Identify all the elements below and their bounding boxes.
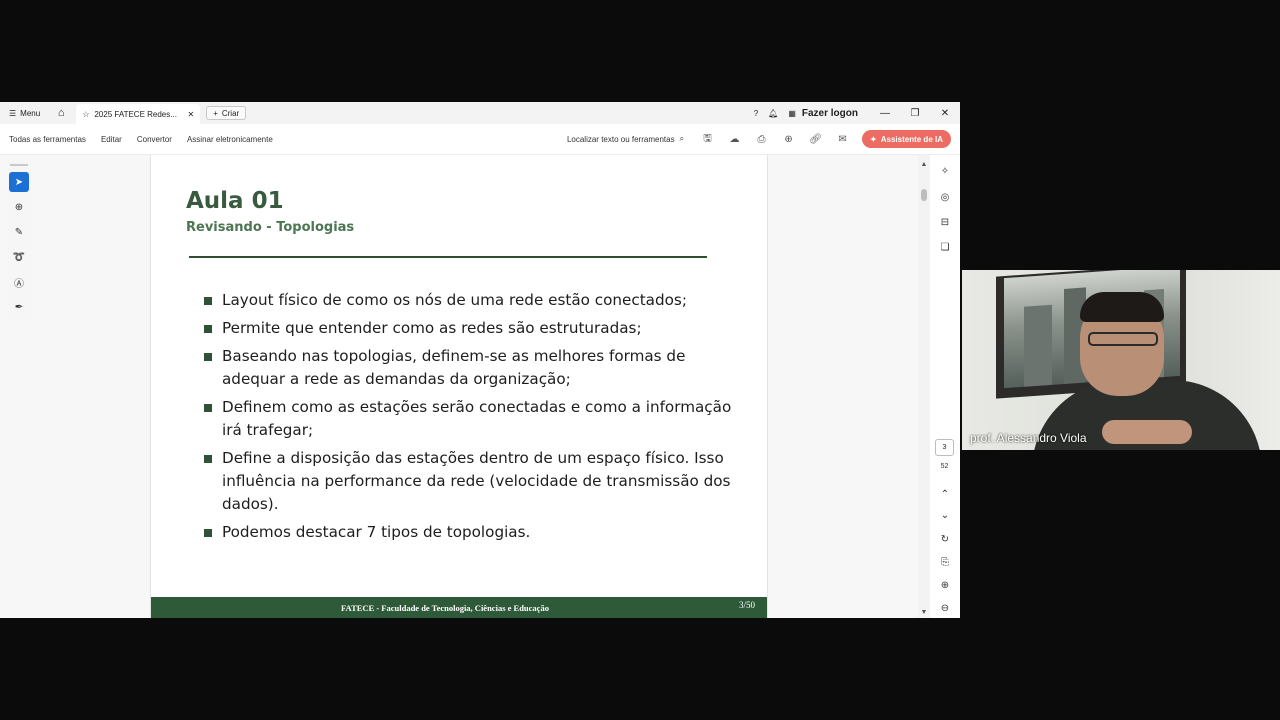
scroll-thumb[interactable] bbox=[921, 189, 927, 201]
person-hands bbox=[1102, 420, 1192, 444]
participant-name: prof. Alessandro Viola bbox=[970, 431, 1087, 445]
person-glasses bbox=[1088, 332, 1158, 346]
menu-label: Menu bbox=[20, 108, 41, 118]
title-divider bbox=[189, 256, 707, 258]
close-tab-icon[interactable]: ✕ bbox=[187, 110, 194, 119]
bullet-item: Permite que entender como as redes são e… bbox=[203, 317, 743, 340]
person-hair bbox=[1080, 292, 1164, 322]
footer-text: FATECE - Faculdade de Tecnologia, Ciênci… bbox=[341, 603, 549, 613]
draw-freeform-icon[interactable]: ➰ bbox=[9, 247, 29, 267]
all-tools-button[interactable]: Todas as ferramentas bbox=[9, 135, 86, 144]
pages-copy-icon[interactable]: ❏ bbox=[935, 239, 955, 255]
highlight-pen-icon[interactable]: ✎ bbox=[9, 222, 29, 242]
scroll-down-arrow-icon[interactable]: ▼ bbox=[918, 609, 930, 616]
close-window-icon[interactable]: ✕ bbox=[930, 108, 960, 119]
save-icon[interactable]: 🖫 bbox=[694, 131, 721, 148]
share-user-icon[interactable]: ⊕ bbox=[775, 134, 802, 145]
ai-panel-icon[interactable]: ✧ bbox=[935, 163, 955, 179]
home-icon: ⌂ bbox=[57, 107, 65, 119]
document-area: Aula 01 Revisando - Topologias Layout fí… bbox=[0, 155, 918, 618]
find-tools-search[interactable]: Localizar texto ou ferramentas ⌕ bbox=[567, 134, 684, 144]
toolbar: Todas as ferramentas Editar Convertor As… bbox=[0, 124, 960, 155]
bullet-item: Layout físico de como os nós de uma rede… bbox=[203, 289, 743, 312]
link-icon[interactable]: 🔗︎ bbox=[802, 134, 829, 145]
star-icon[interactable]: ☆ bbox=[82, 110, 89, 119]
webcam-video-tile: prof. Alessandro Viola bbox=[962, 270, 1280, 450]
rotate-refresh-icon[interactable]: ↻ bbox=[935, 531, 955, 547]
help-icon[interactable]: ? bbox=[754, 109, 758, 118]
bullet-item: Podemos destacar 7 tipos de topologias. bbox=[203, 521, 743, 544]
pdf-page: Aula 01 Revisando - Topologias Layout fí… bbox=[150, 155, 768, 618]
current-page-input[interactable]: 3 bbox=[935, 439, 954, 456]
bullet-item: Define a disposição das estações dentro … bbox=[203, 447, 743, 516]
convert-button[interactable]: Convertor bbox=[137, 135, 172, 144]
bullet-item: Definem como as estações serão conectada… bbox=[203, 396, 743, 442]
total-pages: 52 bbox=[940, 463, 949, 470]
bullet-item: Baseando nas topologias, definem-se as m… bbox=[203, 345, 743, 391]
slide-footer: FATECE - Faculdade de Tecnologia, Ciênci… bbox=[151, 597, 767, 618]
select-pointer-icon[interactable]: ➤ bbox=[9, 172, 29, 192]
zoom-in-icon[interactable]: ⊕ bbox=[935, 577, 955, 593]
bookmark-icon[interactable]: ⊟ bbox=[935, 214, 955, 230]
menu-button[interactable]: ☰ Menu bbox=[0, 102, 50, 124]
comments-icon[interactable]: ◎ bbox=[935, 189, 955, 205]
login-button[interactable]: Fazer logon bbox=[802, 108, 858, 119]
mail-icon[interactable]: ✉ bbox=[829, 134, 856, 145]
zoom-out-icon[interactable]: ⊖ bbox=[935, 600, 955, 616]
right-side-panel: ✧ ◎ ⊟ ❏ 3 52 ⌃ ⌄ ↻ ⎘ ⊕ ⊖ bbox=[930, 155, 960, 618]
scroll-up-arrow-icon[interactable]: ▲ bbox=[918, 161, 930, 168]
pdf-viewer-window: ☰ Menu ⌂ ☆ 2025 FATECE Redes... ✕ + Cria… bbox=[0, 102, 960, 618]
ai-sparkle-icon: ✦ bbox=[870, 134, 877, 144]
footer-page-number: 3/50 bbox=[738, 600, 755, 610]
apps-grid-icon[interactable]: ▦ bbox=[788, 109, 796, 118]
text-box-icon[interactable]: Ⓐ bbox=[9, 272, 29, 292]
bullet-list: Layout físico de como os nós de uma rede… bbox=[203, 289, 743, 549]
edit-button[interactable]: Editar bbox=[101, 135, 122, 144]
create-label: Criar bbox=[221, 108, 240, 118]
previous-page-icon[interactable]: ⌃ bbox=[935, 486, 955, 502]
print-icon[interactable]: ⎙ bbox=[748, 134, 775, 145]
ai-assistant-label: Assistente de IA bbox=[880, 134, 943, 144]
find-tools-label: Localizar texto ou ferramentas bbox=[566, 134, 675, 144]
fit-page-icon[interactable]: ⎘ bbox=[935, 554, 955, 570]
tab-bar: ☰ Menu ⌂ ☆ 2025 FATECE Redes... ✕ + Cria… bbox=[0, 102, 960, 124]
search-icon: ⌕ bbox=[679, 134, 685, 143]
restore-icon[interactable]: ❐ bbox=[900, 108, 930, 119]
vertical-scrollbar[interactable]: ▲ ▼ bbox=[918, 155, 930, 618]
add-comment-icon[interactable]: ⊕ bbox=[9, 197, 29, 217]
slide-title: Aula 01 bbox=[186, 188, 284, 214]
hamburger-icon: ☰ bbox=[9, 108, 17, 118]
plus-icon: + bbox=[213, 108, 218, 118]
document-tab[interactable]: ☆ 2025 FATECE Redes... ✕ bbox=[76, 104, 201, 124]
minimize-icon[interactable]: — bbox=[870, 108, 900, 119]
slide-subtitle: Revisando - Topologias bbox=[186, 220, 355, 235]
next-page-icon[interactable]: ⌄ bbox=[935, 507, 955, 523]
ai-assistant-button[interactable]: ✦ Assistente de IA bbox=[862, 130, 951, 148]
bell-icon[interactable]: 🔔︎ bbox=[768, 109, 778, 118]
quick-tools-panel: ➤ ⊕ ✎ ➰ Ⓐ ✒ bbox=[7, 162, 31, 320]
tab-title: 2025 FATECE Redes... bbox=[94, 109, 177, 119]
home-button[interactable]: ⌂ bbox=[50, 102, 72, 124]
upload-cloud-icon[interactable]: ☁ bbox=[721, 134, 748, 145]
sign-button[interactable]: Assinar eletronicamente bbox=[187, 135, 273, 144]
panel-grip[interactable] bbox=[10, 164, 28, 166]
sign-pen-icon[interactable]: ✒ bbox=[9, 297, 29, 317]
create-button[interactable]: + Criar bbox=[206, 106, 247, 120]
